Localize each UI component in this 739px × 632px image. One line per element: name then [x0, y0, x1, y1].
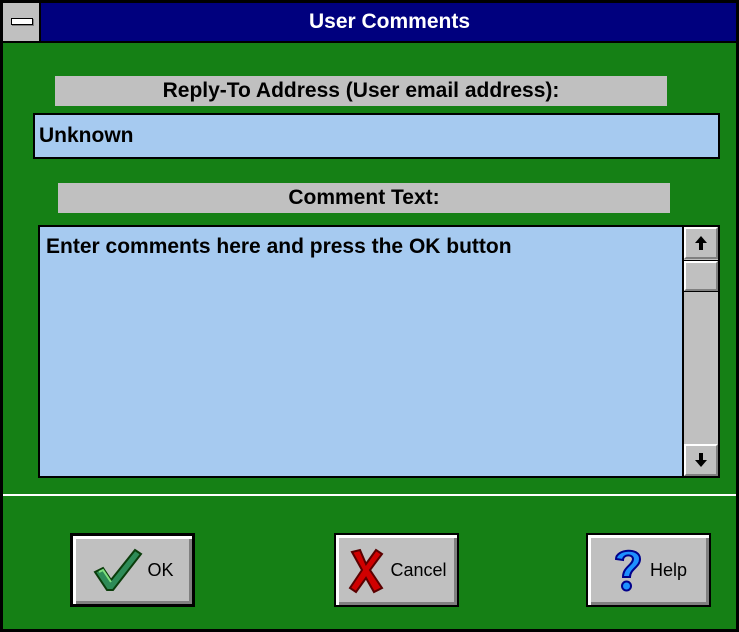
reply-to-label: Reply-To Address (User email address): [55, 76, 667, 106]
arrow-down-icon [695, 453, 707, 467]
scroll-up-button[interactable] [684, 227, 718, 259]
button-divider [3, 494, 736, 496]
question-mark-icon [614, 549, 641, 592]
cancel-button-label: Cancel [390, 559, 447, 580]
arrow-up-icon [695, 236, 707, 250]
user-comments-dialog: User Comments Reply-To Address (User ema… [0, 0, 739, 632]
system-menu-icon [11, 18, 33, 25]
ok-button[interactable]: OK [70, 533, 195, 607]
x-mark-icon [349, 548, 384, 594]
cancel-button[interactable]: Cancel [334, 533, 459, 607]
ok-button-label: OK [147, 559, 174, 580]
comment-textarea[interactable]: Enter comments here and press the OK but… [40, 227, 682, 476]
help-button[interactable]: Help [586, 533, 711, 607]
scroll-down-button[interactable] [684, 444, 718, 476]
comment-text-area-container: Enter comments here and press the OK but… [38, 225, 720, 478]
reply-to-input[interactable] [33, 113, 720, 159]
help-button-label: Help [649, 559, 688, 580]
window-title: User Comments [308, 10, 471, 33]
title-bar[interactable]: User Comments [3, 3, 736, 43]
comment-scrollbar[interactable] [682, 227, 719, 476]
system-menu-button[interactable] [3, 3, 41, 41]
checkmark-icon [94, 548, 143, 591]
scroll-thumb[interactable] [683, 260, 719, 292]
comment-text-label: Comment Text: [58, 183, 670, 213]
